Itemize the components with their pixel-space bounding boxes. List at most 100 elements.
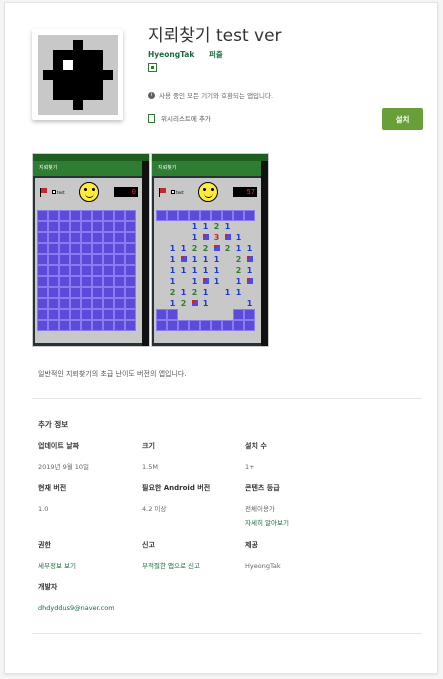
minefield-cell <box>156 265 167 276</box>
minefield-cell: 1 <box>244 298 255 309</box>
minefield-cell: 1 <box>200 265 211 276</box>
minefield-cell <box>59 320 70 331</box>
minefield-cell <box>233 309 244 320</box>
minefield-cell <box>81 265 92 276</box>
minefield-cell <box>103 254 114 265</box>
minefield-cell <box>125 298 136 309</box>
minefield-cell <box>156 309 167 320</box>
minefield-cell <box>37 276 48 287</box>
wishlist-button[interactable]: 위시리스트에 추가 <box>148 113 211 123</box>
minefield-cell <box>48 232 59 243</box>
compat-text: 사용 중인 모든 기기와 호환되는 앱입니다. <box>159 92 274 100</box>
minefield-cell <box>103 309 114 320</box>
minefield-cell <box>70 243 81 254</box>
minefield-cell <box>70 298 81 309</box>
info-icon: i <box>148 91 155 99</box>
minefield-cell <box>156 254 167 265</box>
minefield-cell <box>244 309 255 320</box>
minefield-cell <box>167 210 178 221</box>
minefield-cell <box>167 232 178 243</box>
install-button[interactable]: 설치 <box>382 108 423 130</box>
minefield-cell <box>48 298 59 309</box>
minefield-cell: 1 <box>167 298 178 309</box>
learn-more-link[interactable]: 자세히 알아보기 <box>245 516 355 530</box>
report-app-link[interactable]: 부적절한 앱으로 신고 <box>142 559 252 573</box>
minefield-cell <box>156 243 167 254</box>
minefield-cell: 1 <box>178 265 189 276</box>
minefield-cell <box>125 287 136 298</box>
minefield-cell <box>156 320 167 331</box>
minefield-cell <box>114 309 125 320</box>
minefield-cell <box>114 221 125 232</box>
minefield-cell <box>92 221 103 232</box>
minefield-cell: 1 <box>222 221 233 232</box>
minefield-cell <box>37 254 48 265</box>
minefield-cell <box>70 254 81 265</box>
minefield-cell <box>233 210 244 221</box>
minefield-cell <box>114 254 125 265</box>
minefield-cell: 2 <box>178 298 189 309</box>
test-checkbox: test <box>171 190 184 195</box>
game-topbar: test 0 <box>37 180 140 204</box>
category-link[interactable]: 퍼즐 <box>209 50 223 59</box>
app-icon <box>32 29 123 120</box>
minefield-cell <box>114 243 125 254</box>
minefield-cell <box>48 309 59 320</box>
minefield-cell <box>125 221 136 232</box>
minefield-cell <box>48 320 59 331</box>
minefield-cell: 1 <box>178 287 189 298</box>
minefield-cell <box>222 320 233 331</box>
developer-email-link[interactable]: dhdyddus9@naver.com <box>38 601 238 615</box>
smiley-icon <box>79 182 100 202</box>
minefield-cell <box>178 221 189 232</box>
minefield-cell <box>92 298 103 309</box>
permissions-details-link[interactable]: 세부정보 보기 <box>38 559 148 573</box>
minefield-cell <box>59 210 70 221</box>
info-offered-by: 제공 HyeongTak <box>245 541 281 570</box>
minefield-cell: 1 <box>222 287 233 298</box>
minefield-cell <box>37 210 48 221</box>
minefield-cell <box>244 254 255 265</box>
screenshot-2[interactable]: 지뢰찾기 test 57 112113111222111111211111211… <box>151 153 269 347</box>
minefield-cell <box>244 232 255 243</box>
game-board: test 57 11211311122211111121111121111121… <box>154 178 261 343</box>
test-checkbox: test <box>52 190 65 195</box>
minefield-cell <box>156 276 167 287</box>
minefield-cell <box>37 298 48 309</box>
minefield-cell <box>37 309 48 320</box>
minefield-cell <box>156 232 167 243</box>
minefield-cell <box>103 265 114 276</box>
minefield-cell <box>48 221 59 232</box>
minefield-cell <box>70 320 81 331</box>
info-installs: 설치 수 1+ <box>245 442 267 471</box>
minefield-cell <box>189 309 200 320</box>
minefield-cell <box>103 287 114 298</box>
minefield-cell <box>92 232 103 243</box>
minefield-cell <box>92 276 103 287</box>
minefield-cell <box>81 254 92 265</box>
minefield-cell: 2 <box>222 243 233 254</box>
device-sidebar <box>261 161 268 346</box>
info-permissions: 권한 세부정보 보기 <box>38 540 148 573</box>
minefield-cell <box>125 210 136 221</box>
screenshot-1[interactable]: 지뢰찾기 test 0 <box>32 153 150 347</box>
minefield-cell <box>189 320 200 331</box>
minefield-cell <box>211 320 222 331</box>
minefield-cell <box>167 309 178 320</box>
minefield-cell: 1 <box>189 254 200 265</box>
app-title: 지뢰찾기 test ver <box>148 26 282 46</box>
minefield-cell: 1 <box>233 287 244 298</box>
minefield-cell <box>178 254 189 265</box>
minefield-cell <box>200 320 211 331</box>
minefield-cell <box>178 210 189 221</box>
minefield-cell <box>48 287 59 298</box>
minefield-cell <box>37 320 48 331</box>
developer-link[interactable]: HyeongTak <box>148 50 194 59</box>
minefield-cell <box>59 298 70 309</box>
minefield-cell <box>200 232 211 243</box>
wishlist-label: 위시리스트에 추가 <box>161 115 211 123</box>
minefield-cell <box>92 320 103 331</box>
minefield-cell: 1 <box>167 276 178 287</box>
info-content-rating: 콘텐츠 등급 전체이용가 자세히 알아보기 <box>245 483 355 530</box>
minefield-cell: 2 <box>211 221 222 232</box>
